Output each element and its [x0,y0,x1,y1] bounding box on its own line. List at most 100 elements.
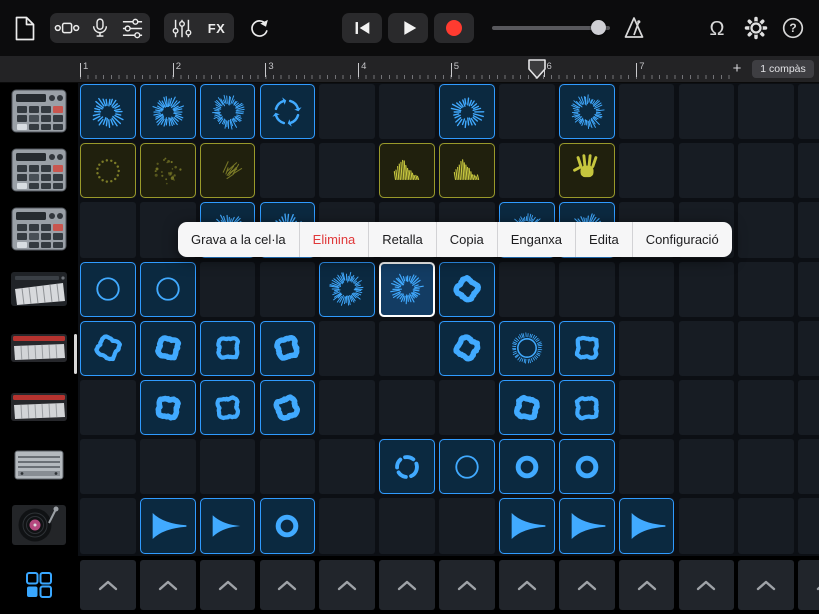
menu-item-grava-a-la-cel-la[interactable]: Grava a la cel·la [178,222,299,257]
empty-cell-r6-c2[interactable] [200,439,256,494]
menu-item-configuraci[interactable]: Configuració [632,222,732,257]
loop-cell-r3-c1[interactable] [140,262,196,317]
fx-controls-button[interactable] [164,13,199,43]
empty-cell-r5-c6[interactable] [439,380,495,435]
loop-cell-r5-c8[interactable] [559,380,615,435]
loop-cell-r7-c9[interactable] [619,498,675,553]
empty-cell-r1-c11[interactable] [738,143,794,198]
empty-cell-r2-c11[interactable] [738,202,794,257]
loop-cell-r5-c1[interactable] [140,380,196,435]
empty-cell-r6-c9[interactable] [619,439,675,494]
track-header-keyboard[interactable] [8,265,70,315]
empty-cell-r4-c10[interactable] [679,321,735,376]
column-trigger-9[interactable] [559,560,615,610]
column-trigger-10[interactable] [619,560,675,610]
track-header-drum-machine-3[interactable] [8,205,70,255]
menu-item-copia[interactable]: Copia [436,222,497,257]
loop-cell-r4-c6[interactable] [439,321,495,376]
loop-cell-r1-c0[interactable] [80,143,136,198]
loop-cell-r4-c1[interactable] [140,321,196,376]
settings-button[interactable] [742,14,770,42]
empty-cell-r0-c10[interactable] [679,84,735,139]
playhead[interactable] [527,58,547,80]
loop-cell-r0-c1[interactable] [140,84,196,139]
empty-cell-r3-c10[interactable] [679,262,735,317]
play-button[interactable] [388,13,428,43]
empty-cell-r7-c6[interactable] [439,498,495,553]
loop-cell-r4-c3[interactable] [260,321,316,376]
loop-cell-r4-c2[interactable] [200,321,256,376]
my-songs-button[interactable] [14,15,36,41]
loop-browser-button[interactable]: Ω [704,16,730,42]
menu-item-enganxa[interactable]: Enganxa [497,222,575,257]
loop-cell-r6-c7[interactable] [499,439,555,494]
help-button[interactable]: ? [780,15,806,41]
loop-cell-r7-c7[interactable] [499,498,555,553]
column-trigger-7[interactable] [439,560,495,610]
column-trigger-8[interactable] [499,560,555,610]
loop-cell-r0-c8[interactable] [559,84,615,139]
empty-cell-r0-c5[interactable] [379,84,435,139]
selected-loop-cell-r3-c5[interactable] [379,262,435,317]
column-trigger-1[interactable] [80,560,136,610]
fx-button[interactable]: FX [199,13,234,43]
column-trigger-5[interactable] [319,560,375,610]
empty-cell-r5-c4[interactable] [319,380,375,435]
loop-cell-r4-c0[interactable] [80,321,136,376]
empty-cell-r3-c8[interactable] [559,262,615,317]
cells-view-button[interactable] [50,13,83,43]
loop-cell-r3-c0[interactable] [80,262,136,317]
empty-cell-r3-c7[interactable] [499,262,555,317]
column-trigger-11[interactable] [679,560,735,610]
empty-cell-r1-c3[interactable] [260,143,316,198]
loop-cell-r5-c7[interactable] [499,380,555,435]
loop-cell-r5-c3[interactable] [260,380,316,435]
empty-cell-r5-c9[interactable] [619,380,675,435]
empty-cell-r0-c7[interactable] [499,84,555,139]
loop-cell-r1-c6[interactable] [439,143,495,198]
ruler[interactable]: 1234567 + 1 compàs [0,56,819,83]
empty-cell-r6-c4[interactable] [319,439,375,494]
go-to-beginning-button[interactable] [342,13,382,43]
empty-cell-r4-c11[interactable] [738,321,794,376]
track-header-drum-machine-2[interactable] [8,146,70,196]
column-trigger-12[interactable] [738,560,794,610]
master-volume-knob[interactable] [591,20,606,35]
loop-cell-r6-c8[interactable] [559,439,615,494]
empty-cell-r7-c4[interactable] [319,498,375,553]
empty-cell-r1-c4[interactable] [319,143,375,198]
empty-cell-r6-c11[interactable] [738,439,794,494]
column-trigger-4[interactable] [260,560,316,610]
empty-cell-r7-c10[interactable] [679,498,735,553]
empty-cell-r3-c9[interactable] [619,262,675,317]
loop-cell-r6-c5[interactable] [379,439,435,494]
track-controls-button[interactable] [116,13,149,43]
undo-button[interactable] [246,15,272,41]
loop-cell-r7-c2[interactable] [200,498,256,553]
empty-cell-r6-c3[interactable] [260,439,316,494]
loop-cell-r6-c6[interactable] [439,439,495,494]
loop-cell-r7-c8[interactable] [559,498,615,553]
loop-cell-r4-c8[interactable] [559,321,615,376]
empty-cell-r1-c12[interactable] [798,143,819,198]
empty-cell-r5-c10[interactable] [679,380,735,435]
loop-length-badge[interactable]: 1 compàs [752,60,814,78]
empty-cell-r3-c11[interactable] [738,262,794,317]
empty-cell-r5-c12[interactable] [798,380,819,435]
column-trigger-2[interactable] [140,560,196,610]
track-header-drum-machine-1[interactable] [8,87,70,137]
empty-cell-r6-c1[interactable] [140,439,196,494]
metronome-button[interactable] [620,14,648,42]
empty-cell-r6-c0[interactable] [80,439,136,494]
empty-cell-r7-c12[interactable] [798,498,819,553]
empty-cell-r1-c9[interactable] [619,143,675,198]
empty-cell-r3-c12[interactable] [798,262,819,317]
loop-cell-r1-c5[interactable] [379,143,435,198]
empty-cell-r2-c12[interactable] [798,202,819,257]
loop-cell-r3-c4[interactable] [319,262,375,317]
empty-cell-r0-c12[interactable] [798,84,819,139]
empty-cell-r0-c4[interactable] [319,84,375,139]
empty-cell-r4-c4[interactable] [319,321,375,376]
track-header-turntable[interactable] [8,501,70,551]
empty-cell-r7-c5[interactable] [379,498,435,553]
